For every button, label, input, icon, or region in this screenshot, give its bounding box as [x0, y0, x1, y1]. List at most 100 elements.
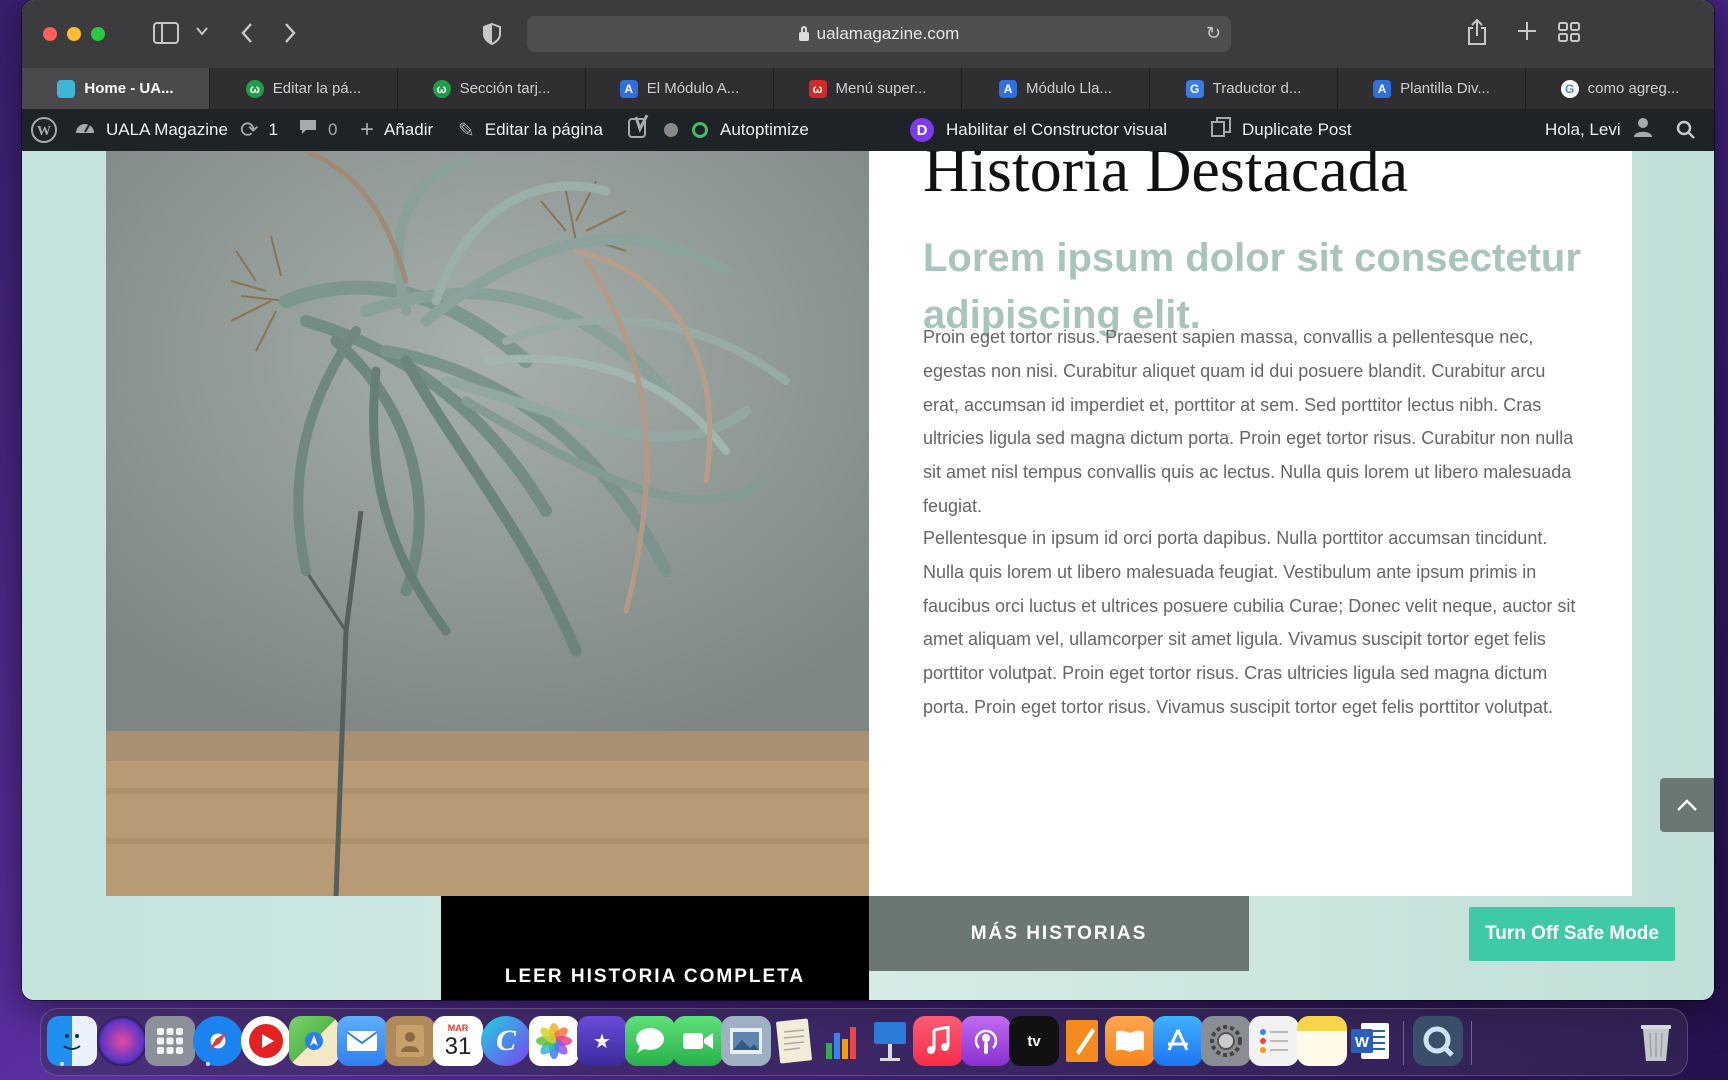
forward-icon[interactable]: [282, 22, 298, 48]
tab-editar-pagina[interactable]: ω Editar la pá...: [210, 68, 398, 109]
notes-icon[interactable]: [1297, 1016, 1347, 1066]
address-bar[interactable]: ualamagazine.com ↻: [527, 16, 1231, 52]
svg-text:W: W: [37, 124, 51, 139]
tab-label: como agreg...: [1587, 80, 1680, 97]
chevron-down-icon[interactable]: [195, 24, 209, 40]
siri-icon[interactable]: [97, 1016, 147, 1066]
reminders-icon[interactable]: [1249, 1016, 1299, 1066]
imovie-icon[interactable]: ★: [577, 1016, 627, 1066]
tab-label: Traductor d...: [1212, 80, 1302, 97]
my-account-link[interactable]: Hola, Levi: [1545, 109, 1653, 151]
site-favicon-icon: [57, 79, 76, 98]
comments-link[interactable]: 0: [298, 109, 337, 151]
quicktime-icon[interactable]: [1413, 1016, 1463, 1066]
dashboard-gauge-icon: [74, 117, 96, 143]
avatar-icon: [1633, 117, 1653, 143]
google-favicon-icon: G: [1560, 79, 1579, 98]
edit-page-link[interactable]: ✎ Editar la página: [458, 109, 603, 151]
appletv-icon[interactable]: tv: [1009, 1016, 1059, 1066]
featured-heading: Historia Destacada: [923, 151, 1409, 205]
pages-icon[interactable]: [1057, 1016, 1107, 1066]
finder-icon[interactable]: [47, 1016, 97, 1066]
tab-plantilla-div[interactable]: A Plantilla Div...: [1338, 68, 1526, 109]
lock-icon: [798, 25, 809, 41]
mail-icon[interactable]: [337, 1016, 387, 1066]
tab-modulo-lla[interactable]: A Módulo Lla...: [962, 68, 1150, 109]
tab-home[interactable]: Home - UA...: [22, 68, 210, 109]
edit-page-label: Editar la página: [484, 120, 603, 139]
read-full-story-button[interactable]: LEER HISTORIA COMPLETA: [441, 896, 869, 1000]
duplicate-post-link[interactable]: Duplicate Post: [1210, 109, 1352, 151]
svg-text:W: W: [1355, 1034, 1370, 1051]
close-window-button[interactable]: [43, 27, 57, 41]
music-icon[interactable]: [913, 1016, 963, 1066]
zoom-window-button[interactable]: [91, 27, 105, 41]
tab-modulo-a[interactable]: A El Módulo A...: [586, 68, 774, 109]
comments-count: 0: [328, 120, 338, 139]
tab-overview-icon[interactable]: [1557, 21, 1581, 47]
messages-icon[interactable]: [625, 1016, 675, 1066]
turn-off-safe-mode-button[interactable]: Turn Off Safe Mode: [1469, 907, 1675, 961]
comment-bubble-icon: [298, 118, 318, 142]
numbers-icon[interactable]: [817, 1016, 867, 1066]
url-text: ualamagazine.com: [816, 24, 960, 43]
facetime-icon[interactable]: [673, 1016, 723, 1066]
updates-link[interactable]: ⟳ 1: [240, 109, 278, 151]
featured-paragraph-1: Proin eget tortor risus. Praesent sapien…: [923, 327, 1574, 516]
preview-icon[interactable]: [721, 1016, 771, 1066]
tab-label: Módulo Lla...: [1026, 80, 1112, 97]
safari-icon[interactable]: [193, 1016, 243, 1066]
podcasts-icon[interactable]: [961, 1016, 1011, 1066]
enable-visual-builder-link[interactable]: D Habilitar el Constructor visual: [910, 109, 1167, 151]
tab-label: Home - UA...: [84, 80, 174, 97]
elegant-favicon-icon: A: [1373, 79, 1392, 98]
autoptimize-status-icon: [692, 122, 708, 138]
yoast-seo-link[interactable]: [628, 109, 678, 151]
search-icon[interactable]: [1676, 109, 1696, 151]
autoptimize-link[interactable]: Autoptimize: [692, 109, 809, 151]
tab-label: Plantilla Div...: [1400, 80, 1490, 97]
minimize-window-button[interactable]: [67, 27, 81, 41]
maps-icon[interactable]: [289, 1016, 339, 1066]
photos-icon[interactable]: [529, 1016, 579, 1066]
tab-seccion-tarjetas[interactable]: ω Sección tarj...: [398, 68, 586, 109]
dock-separator: [1403, 1021, 1404, 1065]
calendar-day: 31: [444, 1033, 472, 1060]
elegant-favicon-icon: A: [619, 79, 638, 98]
sidebar-toggle-icon[interactable]: [153, 22, 179, 48]
add-new-link[interactable]: + Añadir: [360, 109, 433, 151]
reload-icon[interactable]: ↻: [1206, 23, 1221, 44]
calendar-icon[interactable]: MAR 31: [433, 1016, 483, 1066]
launchpad-icon[interactable]: [145, 1016, 195, 1066]
appstore-icon[interactable]: [1153, 1016, 1203, 1066]
running-indicator: [60, 1062, 64, 1066]
wp-admin-bar: W UALA Magazine ⟳ 1 0 + Añadir ✎ Editar …: [22, 109, 1714, 151]
tab-traductor[interactable]: G Traductor d...: [1150, 68, 1338, 109]
canva-icon[interactable]: C: [481, 1016, 531, 1066]
site-name-link[interactable]: UALA Magazine: [74, 109, 228, 151]
share-icon[interactable]: [1466, 18, 1488, 50]
wordpress-logo-icon[interactable]: W: [30, 109, 58, 151]
trash-icon[interactable]: [1631, 1016, 1681, 1066]
youtube-icon[interactable]: [241, 1016, 291, 1066]
privacy-shield-icon[interactable]: [482, 22, 502, 50]
system-preferences-icon[interactable]: [1201, 1016, 1251, 1066]
tab-como-agregar[interactable]: G como agreg...: [1526, 68, 1714, 109]
seo-status-dot-icon: [664, 123, 678, 137]
google-translate-favicon-icon: G: [1185, 79, 1204, 98]
more-stories-button[interactable]: MÁS HISTORIAS: [869, 896, 1249, 971]
tab-menu-super[interactable]: ω Menú super...: [774, 68, 962, 109]
wix-favicon-icon: ω: [245, 79, 264, 98]
browser-window: ualamagazine.com ↻ Home - UA... ω Editar…: [22, 0, 1714, 1000]
books-icon[interactable]: [1105, 1016, 1155, 1066]
back-to-top-button[interactable]: [1660, 778, 1714, 832]
word-icon[interactable]: W: [1345, 1016, 1395, 1066]
keynote-icon[interactable]: [865, 1016, 915, 1066]
enable-visual-builder-label: Habilitar el Constructor visual: [946, 120, 1168, 139]
textedit-icon[interactable]: [769, 1016, 819, 1066]
contacts-icon[interactable]: [385, 1016, 435, 1066]
tab-label: El Módulo A...: [646, 80, 740, 97]
tab-bar: Home - UA... ω Editar la pá... ω Sección…: [22, 68, 1714, 109]
back-icon[interactable]: [239, 22, 255, 48]
new-tab-icon[interactable]: [1516, 20, 1538, 46]
